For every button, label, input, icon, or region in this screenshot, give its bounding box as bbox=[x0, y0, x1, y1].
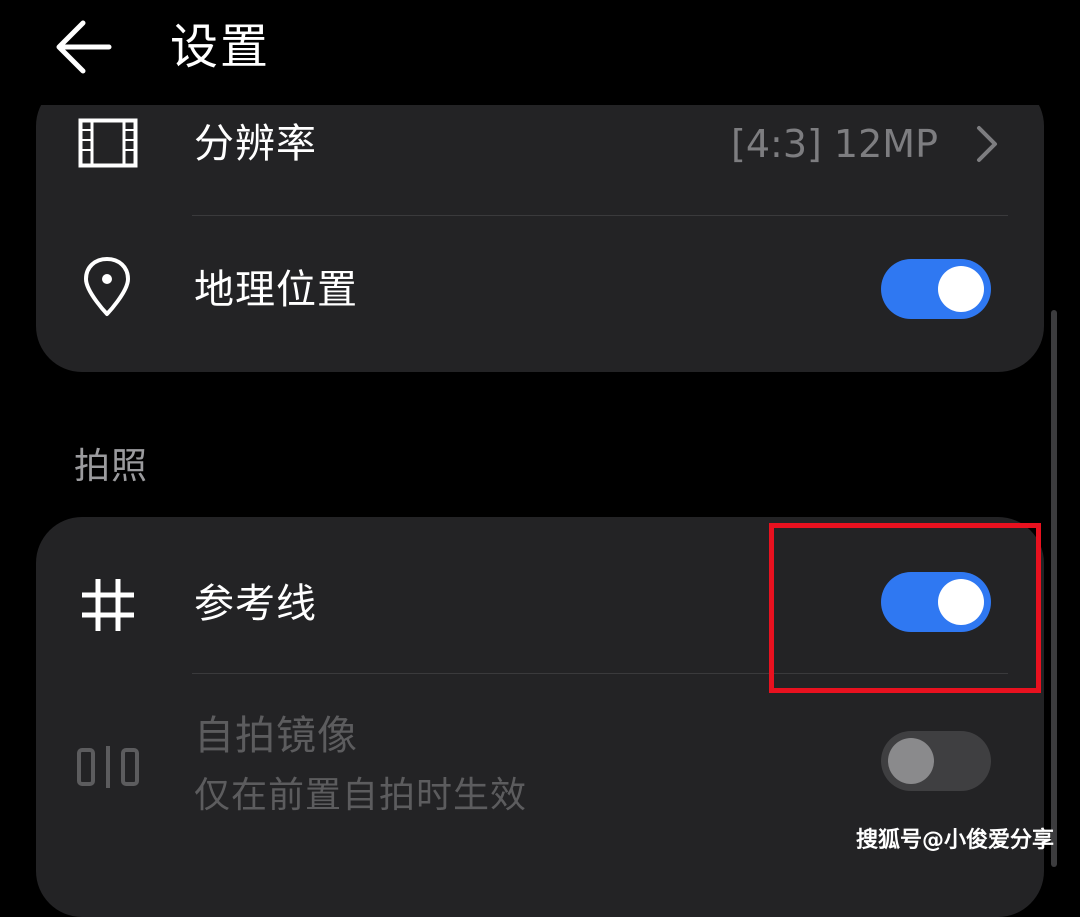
watermark-text: 搜狐号@小俊爱分享 bbox=[855, 828, 1054, 853]
grid-lines-label: 参考线 bbox=[194, 581, 317, 627]
location-row: 地理位置 bbox=[36, 216, 1044, 366]
resolution-frame-icon bbox=[78, 118, 138, 168]
app-header: 设置 bbox=[0, 0, 1080, 105]
toggle-knob bbox=[938, 266, 984, 312]
back-button[interactable] bbox=[50, 16, 116, 78]
chevron-right-icon bbox=[977, 126, 997, 162]
highlight-annotation-box bbox=[769, 523, 1041, 693]
location-label: 地理位置 bbox=[194, 267, 358, 313]
selfie-mirror-toggle[interactable] bbox=[881, 731, 991, 791]
settings-card-general: 分辨率 [4:3] 12MP 地理位置 bbox=[36, 80, 1044, 372]
mirror-icon bbox=[76, 744, 140, 790]
back-arrow-icon bbox=[56, 20, 112, 74]
page-title: 设置 bbox=[170, 19, 271, 75]
section-title-photo: 拍照 bbox=[74, 446, 149, 487]
grid-icon bbox=[80, 577, 136, 633]
selfie-mirror-description: 仅在前置自拍时生效 bbox=[194, 775, 528, 816]
selfie-mirror-label: 自拍镜像 bbox=[194, 713, 358, 759]
toggle-knob bbox=[888, 738, 934, 784]
location-pin-icon bbox=[82, 256, 132, 318]
resolution-value: [4:3] 12MP bbox=[731, 122, 938, 166]
resolution-label: 分辨率 bbox=[194, 121, 317, 167]
location-toggle[interactable] bbox=[881, 259, 991, 319]
scrollbar[interactable] bbox=[1051, 310, 1057, 867]
